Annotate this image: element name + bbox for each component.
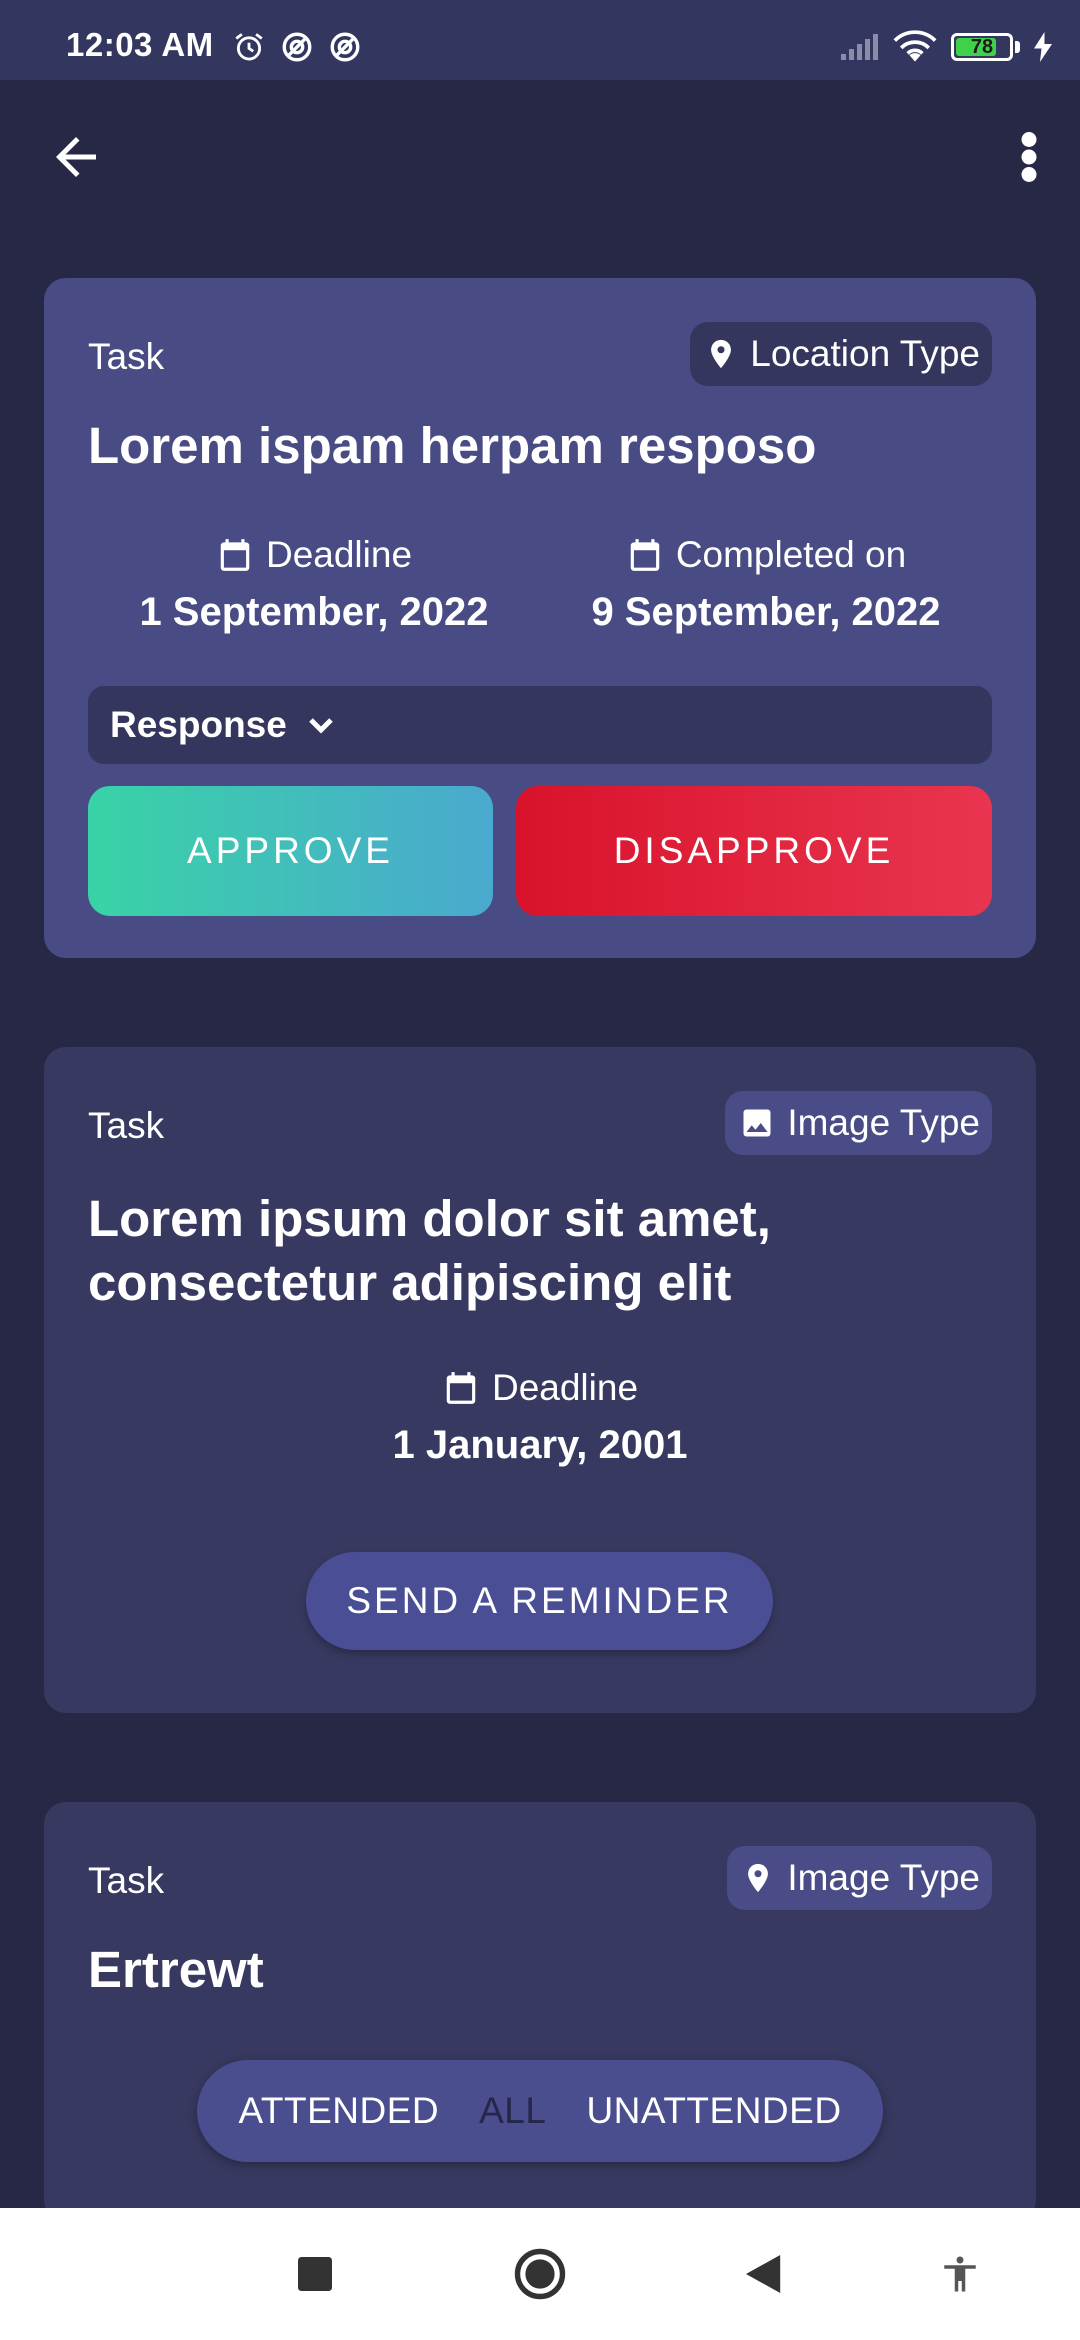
deadline-label: Deadline	[265, 534, 413, 575]
task-title: Lorem ipsum dolor sit amet, consectetur …	[88, 1187, 992, 1315]
filter-attended[interactable]: ATTENDED	[238, 2090, 439, 2132]
image-icon	[743, 1109, 771, 1137]
calendar-icon	[220, 539, 250, 571]
task-card[interactable]: Task Location Type Lorem ispam herpam re…	[44, 278, 1036, 958]
deadline-value: 1 January, 2001	[392, 1423, 688, 1467]
type-chip: Location Type	[690, 322, 992, 386]
home-circle-icon	[514, 2248, 566, 2300]
alarm-icon	[235, 33, 263, 61]
square-icon	[298, 2257, 332, 2291]
back-nav-button[interactable]	[730, 2208, 800, 2340]
accessibility-icon	[944, 2256, 976, 2292]
type-chip: Image Type	[725, 1091, 992, 1155]
type-chip: Image Type	[727, 1846, 992, 1910]
calendar-icon	[446, 1372, 476, 1404]
completed-block: Completed on 9 September, 2022	[540, 532, 992, 635]
location-pin-icon	[748, 1863, 769, 1893]
location-pin-icon	[711, 339, 732, 369]
recents-button[interactable]	[280, 2208, 350, 2340]
type-chip-label: Location Type	[750, 333, 980, 374]
filter-all[interactable]: ALL	[479, 2090, 546, 2132]
task-title: Lorem ispam herpam resposo	[88, 417, 817, 474]
approve-button[interactable]: APPROVE	[88, 786, 493, 916]
filter-toggle: ATTENDED ALL UNATTENDED	[197, 2060, 883, 2162]
home-button[interactable]	[505, 2208, 575, 2340]
task-title-line: consectetur adipiscing elit	[88, 1254, 732, 1311]
disapprove-button[interactable]: DISAPPROVE	[516, 786, 992, 916]
chevron-down-icon	[309, 718, 333, 734]
battery-level: 78	[970, 36, 994, 58]
task-label: Task	[88, 336, 165, 377]
arrow-back-icon	[56, 137, 96, 177]
signal-icon	[841, 34, 878, 60]
battery-icon: 78	[951, 33, 1013, 61]
status-bar: 12:03 AM 78	[0, 0, 1080, 80]
deadline-label: Deadline	[491, 1367, 639, 1408]
task-label: Task	[88, 1860, 165, 1901]
back-button[interactable]	[46, 127, 106, 187]
type-chip-label: Image Type	[787, 1857, 980, 1898]
accessibility-button[interactable]	[925, 2208, 995, 2340]
task-card[interactable]: Task Image Type Lorem ipsum dolor sit am…	[44, 1047, 1036, 1713]
completed-label: Completed on	[675, 534, 907, 575]
deadline-value: 1 September, 2022	[139, 590, 489, 634]
more-options-button[interactable]	[1014, 127, 1044, 187]
system-nav-bar	[0, 2208, 1080, 2340]
completed-value: 9 September, 2022	[591, 590, 941, 634]
task-title: Ertrewt	[88, 1941, 264, 1998]
status-time: 12:03 AM	[66, 26, 214, 63]
response-dropdown[interactable]: Response	[88, 686, 992, 764]
calendar-icon	[630, 539, 660, 571]
filter-unattended[interactable]: UNATTENDED	[586, 2090, 841, 2132]
deadline-block: Deadline 1 September, 2022	[88, 532, 540, 635]
sync-icon	[282, 32, 312, 62]
send-reminder-button[interactable]: SEND A REMINDER	[306, 1552, 773, 1650]
sync-icon	[330, 32, 360, 62]
response-label: Response	[110, 704, 287, 745]
more-vert-icon	[1021, 132, 1037, 182]
app-bar	[0, 80, 1080, 230]
type-chip-label: Image Type	[787, 1102, 980, 1143]
task-label: Task	[88, 1105, 165, 1146]
wifi-icon	[893, 30, 937, 62]
triangle-back-icon	[746, 2255, 781, 2293]
charging-icon	[1034, 32, 1052, 62]
deadline-block: Deadline 1 January, 2001	[88, 1365, 992, 1468]
task-title-line: Lorem ipsum dolor sit amet,	[88, 1190, 771, 1247]
